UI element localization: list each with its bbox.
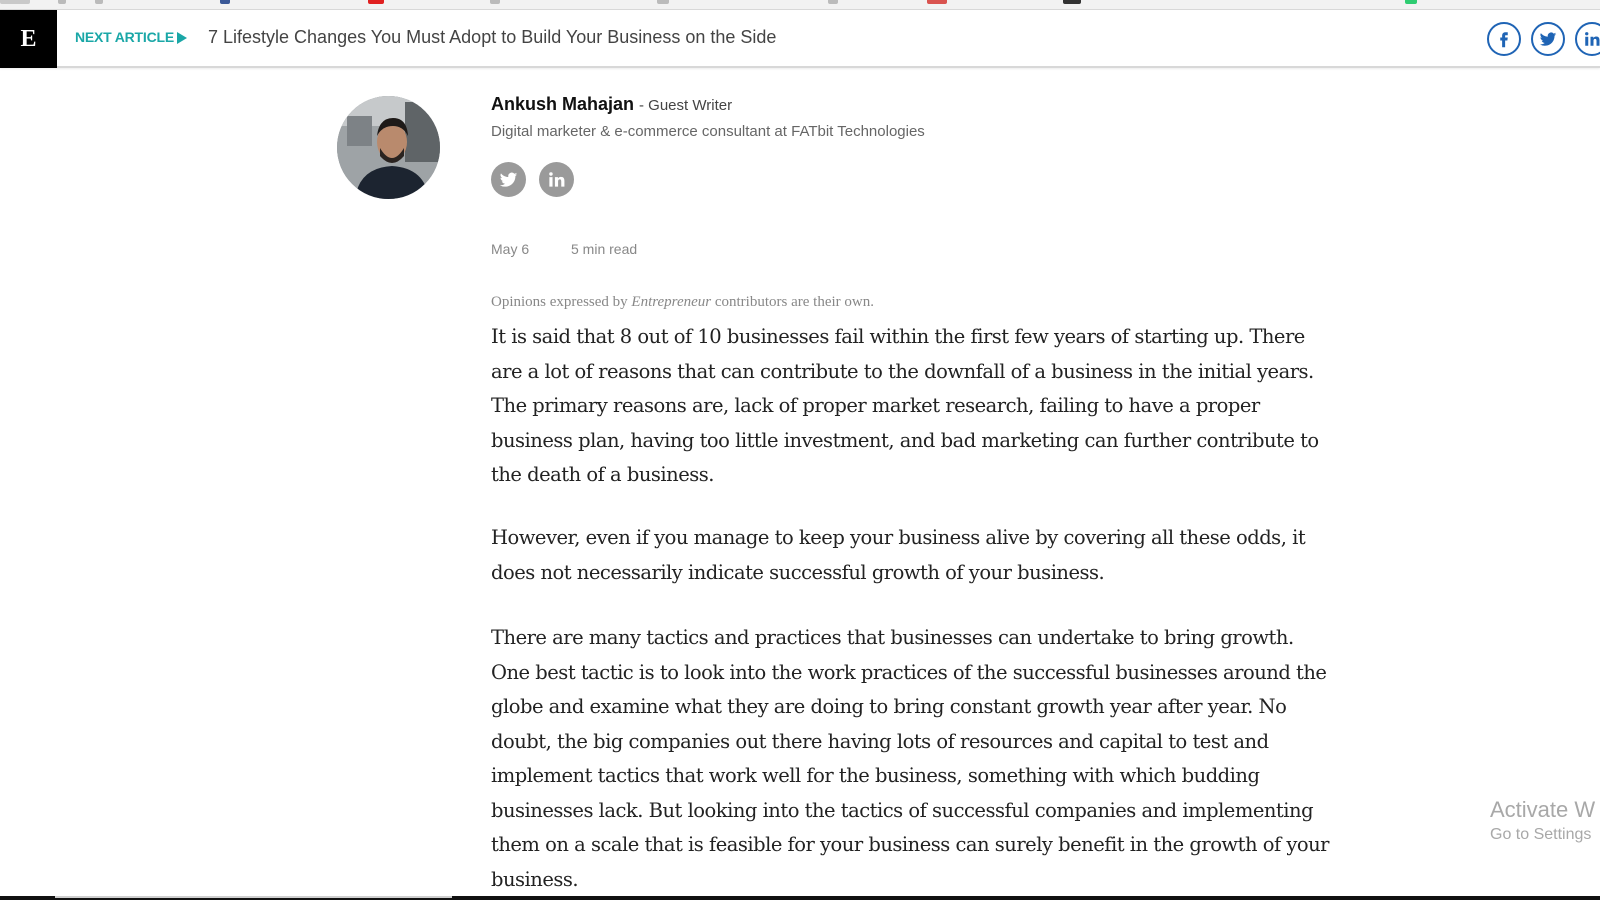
article-paragraph: It is said that 8 out of 10 businesses f… bbox=[491, 325, 1319, 486]
author-name[interactable]: Ankush Mahajan bbox=[491, 94, 634, 115]
bottom-progress-track bbox=[55, 896, 452, 898]
facebook-share-button[interactable] bbox=[1487, 22, 1521, 56]
author-role: - Guest Writer bbox=[639, 97, 733, 114]
twitter-icon bbox=[1539, 32, 1557, 46]
twitter-share-button[interactable] bbox=[1531, 22, 1565, 56]
read-time: 5 min read bbox=[571, 241, 638, 257]
author-avatar[interactable] bbox=[337, 96, 440, 199]
logo-letter: E bbox=[20, 25, 37, 52]
facebook-icon bbox=[1500, 32, 1508, 48]
article-paragraph: However, even if you manage to keep your… bbox=[491, 526, 1306, 584]
twitter-icon bbox=[499, 172, 518, 187]
next-article-bar: E NEXT ARTICLE 7 Lifestyle Changes You M… bbox=[0, 10, 1600, 68]
linkedin-icon bbox=[549, 172, 565, 187]
author-photo bbox=[337, 96, 440, 199]
article-paragraph: There are many tactics and practices tha… bbox=[491, 626, 1330, 891]
author-twitter-button[interactable] bbox=[491, 162, 526, 197]
linkedin-share-button[interactable] bbox=[1575, 22, 1600, 56]
disclaimer-brand: Entrepreneur bbox=[631, 294, 712, 310]
disclaimer-suffix: contributors are their own. bbox=[714, 294, 874, 310]
author-linkedin-button[interactable] bbox=[539, 162, 574, 197]
browser-bookmarks-bar bbox=[0, 0, 1600, 10]
windows-activation-watermark: Activate W Go to Settings bbox=[1490, 797, 1595, 844]
linkedin-icon bbox=[1585, 32, 1600, 46]
watermark-line-2: Go to Settings bbox=[1490, 826, 1592, 843]
watermark-line-1: Activate W bbox=[1490, 797, 1596, 822]
next-article-label[interactable]: NEXT ARTICLE bbox=[75, 29, 174, 45]
next-article-title[interactable]: 7 Lifestyle Changes You Must Adopt to Bu… bbox=[208, 27, 776, 48]
play-arrow-icon bbox=[177, 32, 187, 44]
disclaimer-prefix: Opinions expressed by bbox=[491, 294, 628, 310]
publish-date: May 6 bbox=[491, 241, 530, 257]
entrepreneur-logo[interactable]: E bbox=[0, 10, 57, 68]
opinion-disclaimer: Opinions expressed by Entrepreneur contr… bbox=[491, 294, 874, 311]
author-bio: Digital marketer & e-commerce consultant… bbox=[491, 123, 925, 140]
